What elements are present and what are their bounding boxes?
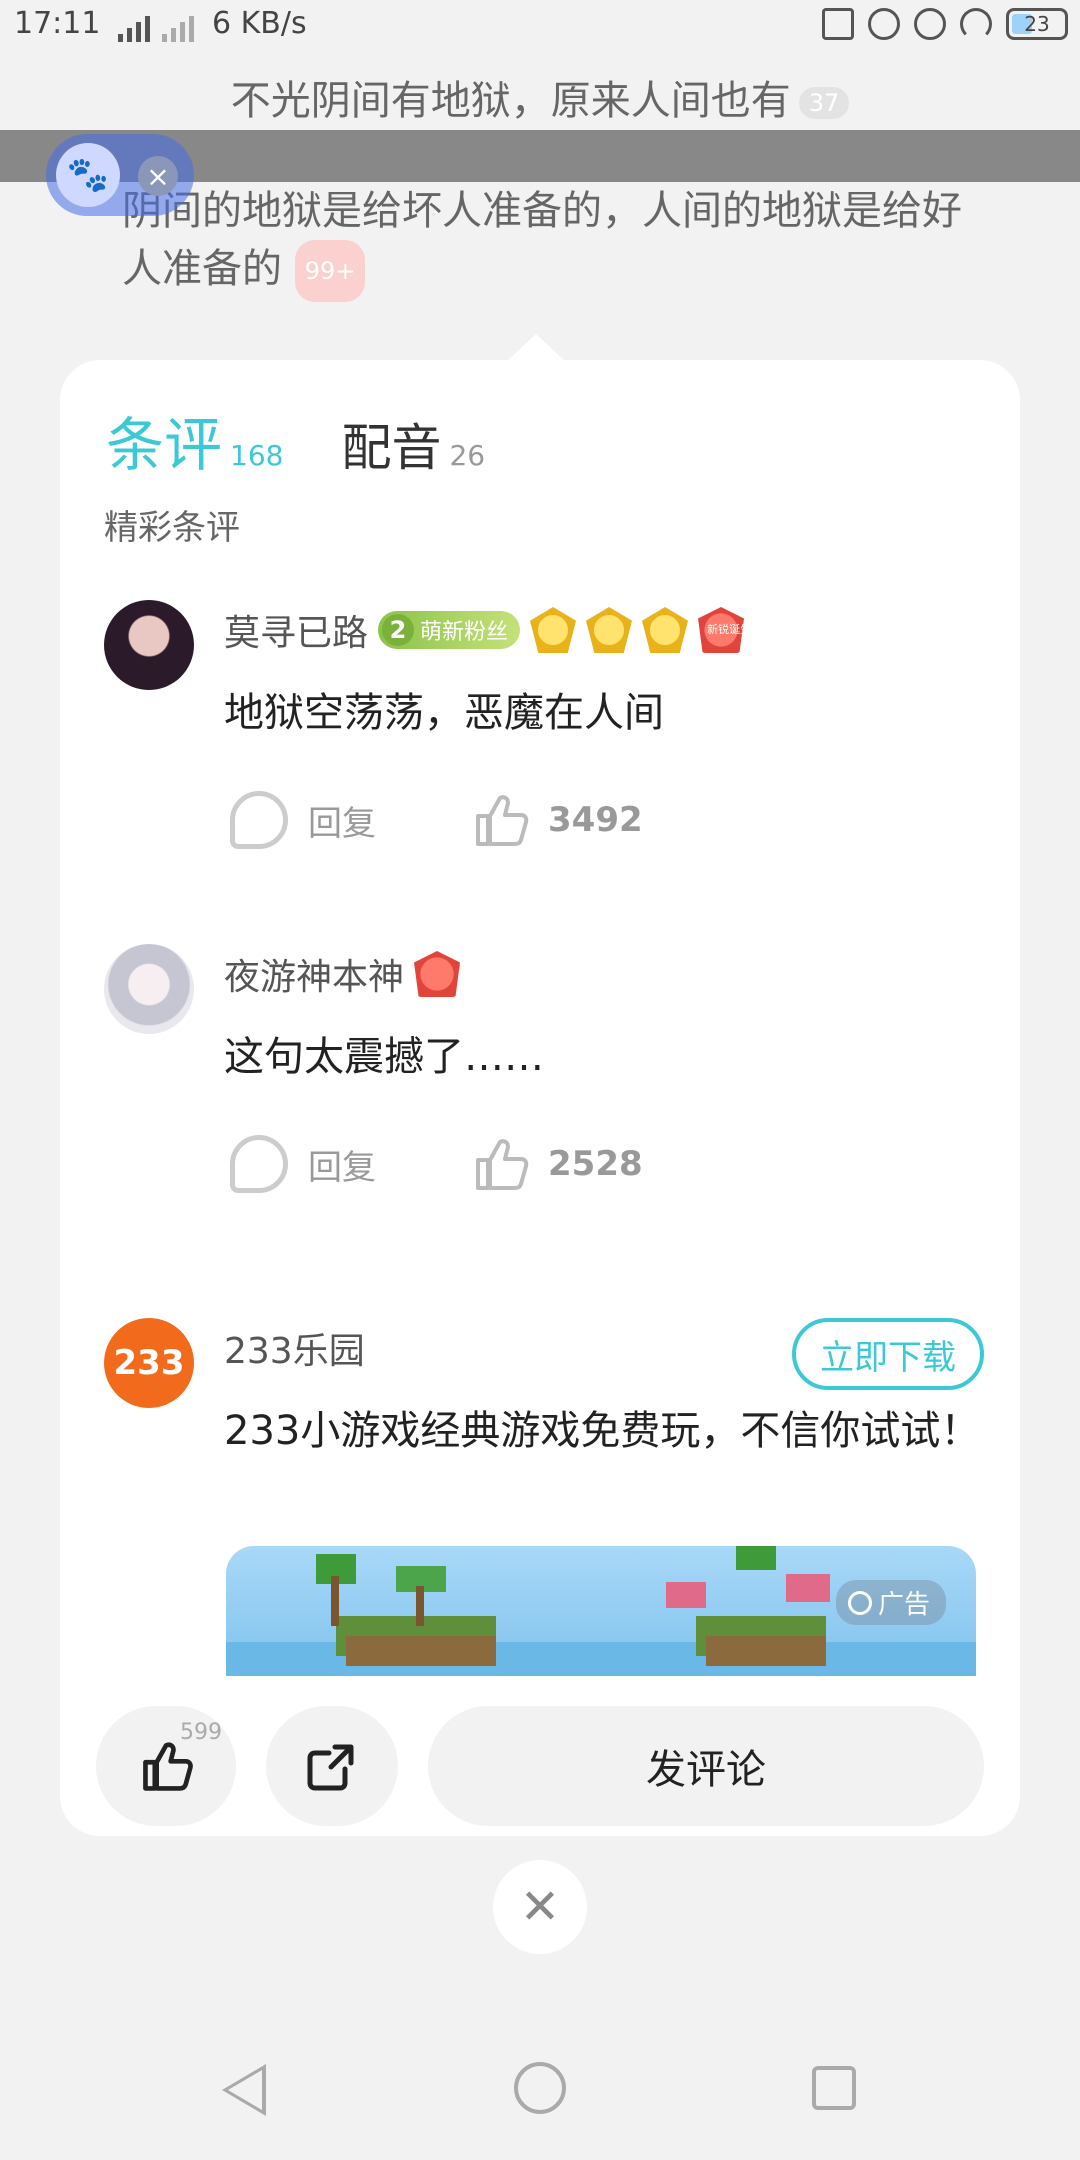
system-nav-bar: [0, 2044, 1080, 2134]
thumbs-up-icon[interactable]: [470, 1134, 530, 1194]
level-label: 萌新粉丝: [420, 620, 509, 645]
battery-icon: 23: [1006, 8, 1068, 40]
battery-level: 23: [1024, 12, 1050, 36]
newcomer-medal-text: 新锐诞生: [707, 623, 752, 636]
paw-magnifier-icon[interactable]: 🐾: [56, 143, 120, 207]
thumbs-up-icon[interactable]: [470, 790, 530, 850]
ad-name[interactable]: 233乐园: [224, 1322, 365, 1374]
comment-item: 莫寻已路 2 萌新粉丝 新锐诞生 地狱空荡荡，恶魔在人间 回复 3492: [104, 600, 984, 880]
reply-button[interactable]: 回复: [308, 1140, 376, 1189]
comment-count-badge: 37: [798, 87, 850, 119]
comment-text: 这句太震撼了……: [224, 1034, 544, 1080]
level-badge: 2 萌新粉丝: [378, 611, 521, 649]
share-button[interactable]: [266, 1706, 398, 1826]
background-subtitle[interactable]: 阴间的地狱是给坏人准备的，人间的地狱是给好人准备的 99+: [122, 182, 982, 302]
comment-actions: 回复 2528: [230, 1134, 643, 1194]
back-icon[interactable]: [222, 2064, 266, 2116]
signal-icon: [118, 12, 194, 42]
ad-text: 233小游戏经典游戏免费玩，不信你试试！: [224, 1408, 981, 1454]
like-count: 2528: [548, 1144, 643, 1184]
comment-item: 夜游神本神 这句太震撼了…… 回复 2528: [104, 944, 984, 1224]
reply-icon[interactable]: [230, 1135, 288, 1193]
tab-comments-count: 168: [230, 439, 284, 472]
ad-label-text: 广告: [877, 1590, 930, 1620]
home-icon[interactable]: [514, 2062, 566, 2114]
reply-button[interactable]: 回复: [308, 796, 376, 845]
bell-off-icon: [868, 8, 900, 40]
avatar[interactable]: [104, 600, 194, 690]
reply-icon[interactable]: [230, 791, 288, 849]
ad-image[interactable]: 广告: [226, 1546, 976, 1676]
hot-count-badge: 99+: [294, 240, 366, 302]
network-speed: 6 KB/s: [212, 6, 307, 41]
tab-comments-label: 条评: [106, 411, 223, 479]
thumbs-up-icon: [143, 1742, 193, 1791]
tab-comments[interactable]: 条评 168: [106, 398, 283, 482]
background-title[interactable]: 不光阴间有地狱，原来人间也有 37: [0, 68, 1080, 126]
tab-dubbing-label: 配音: [341, 419, 442, 477]
tab-bar: 条评 168 配音 26: [106, 398, 485, 482]
ad-avatar[interactable]: 233: [104, 1318, 194, 1408]
recent-apps-icon[interactable]: [812, 2066, 856, 2110]
background-title-text: 不光阴间有地狱，原来人间也有: [230, 78, 791, 124]
floating-assistant[interactable]: 🐾 ×: [46, 134, 194, 216]
panel-pointer: [506, 334, 566, 362]
avatar[interactable]: [104, 944, 194, 1034]
medal-icon: [530, 607, 577, 653]
comment-user[interactable]: 夜游神本神: [224, 948, 461, 1000]
close-panel-button[interactable]: ✕: [493, 1860, 587, 1954]
headphones-icon: [960, 8, 992, 40]
share-icon: [307, 1744, 354, 1791]
like-count: 3492: [548, 800, 643, 840]
post-comment-button[interactable]: 发评论: [428, 1706, 984, 1826]
medal-icon: [642, 607, 689, 653]
ad-label: 广告: [835, 1580, 946, 1625]
newcomer-medal-icon: 新锐诞生: [698, 607, 752, 653]
section-title: 精彩条评: [104, 508, 240, 548]
ad-info-icon: [847, 1590, 872, 1615]
medal-icon: [414, 951, 461, 997]
post-like-count: 599: [180, 1720, 222, 1745]
status-time: 17:11: [14, 6, 101, 41]
status-bar: 17:11 6 KB/s 23: [0, 0, 1080, 56]
cast-icon: [822, 8, 854, 40]
tab-dubbing[interactable]: 配音 26: [341, 408, 485, 480]
comments-panel: 条评 168 配音 26 精彩条评 莫寻已路 2 萌新粉丝 新锐诞生 地狱空荡荡…: [60, 360, 1020, 1836]
comment-user[interactable]: 莫寻已路 2 萌新粉丝 新锐诞生: [224, 604, 752, 656]
comment-actions: 回复 3492: [230, 790, 643, 850]
username: 夜游神本神: [224, 957, 405, 998]
bottom-action-bar: 599 发评论: [60, 1676, 1020, 1836]
like-post-button[interactable]: 599: [96, 1706, 236, 1826]
comment-text: 地狱空荡荡，恶魔在人间: [224, 690, 664, 736]
alarm-icon: [914, 8, 946, 40]
background-subtitle-text: 阴间的地狱是给坏人准备的，人间的地狱是给好人准备的: [122, 188, 962, 292]
close-icon[interactable]: ×: [138, 156, 178, 196]
medal-icon: [586, 607, 633, 653]
download-button[interactable]: 立即下载: [792, 1318, 984, 1390]
tab-dubbing-count: 26: [449, 439, 486, 472]
ad-item[interactable]: 233 233乐园 立即下载 233小游戏经典游戏免费玩，不信你试试！: [104, 1318, 984, 1558]
username: 莫寻已路: [224, 613, 369, 654]
level-number: 2: [382, 614, 415, 646]
